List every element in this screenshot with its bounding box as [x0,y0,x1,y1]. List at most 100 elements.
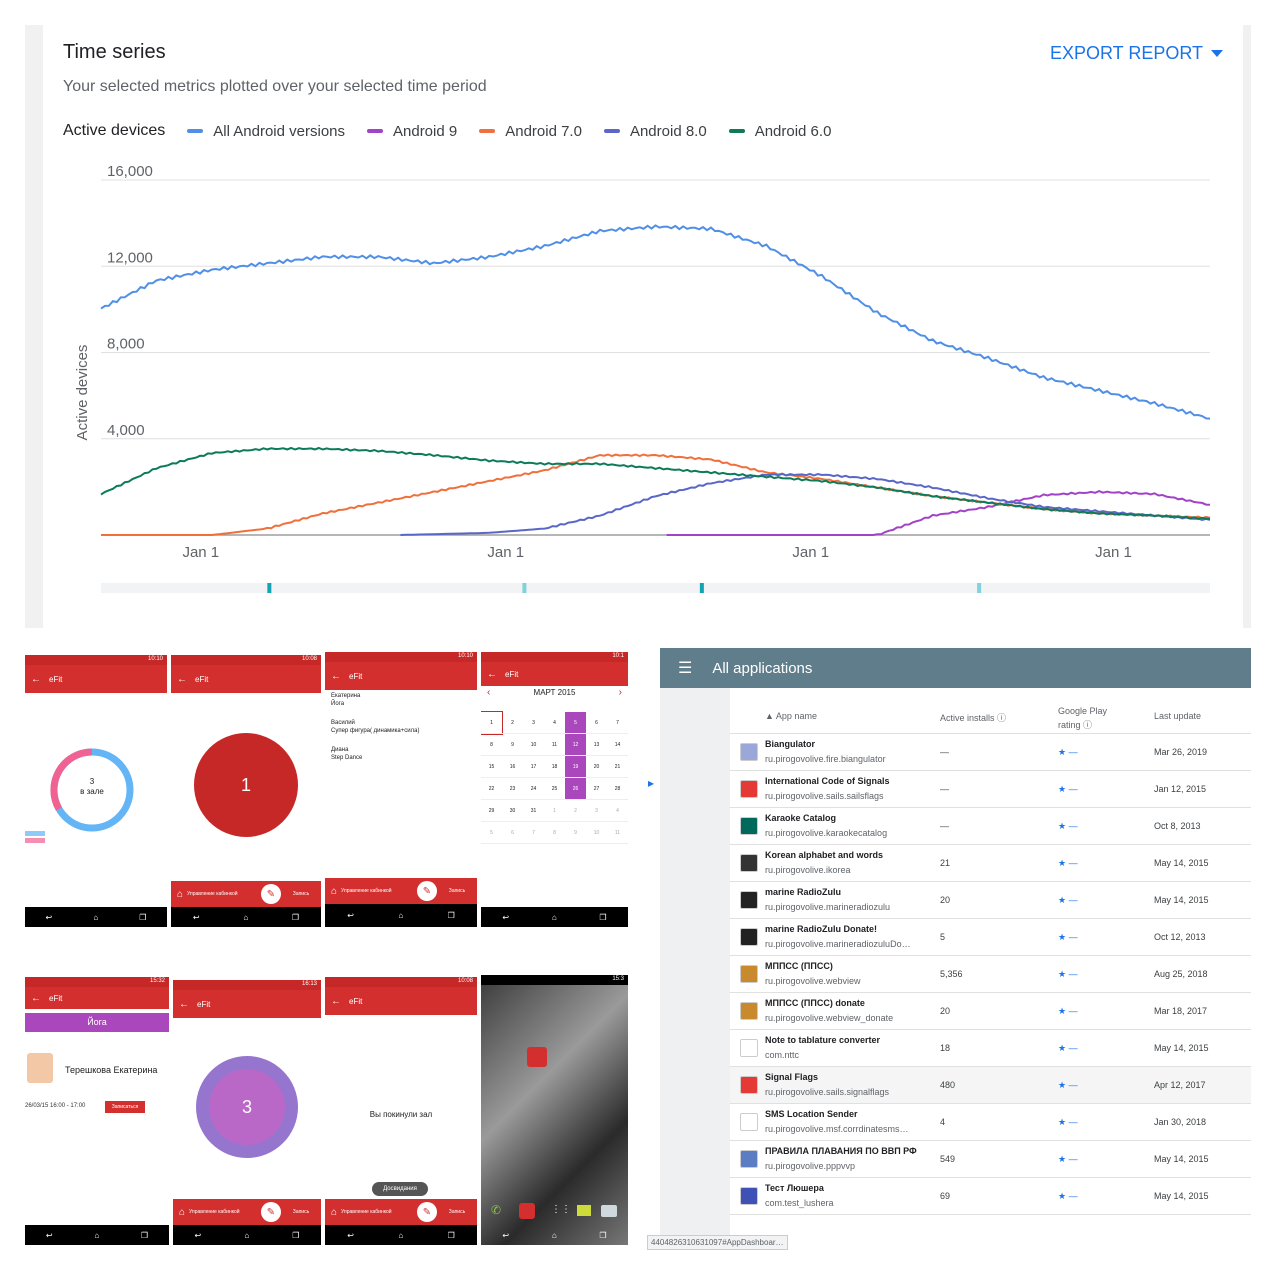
app-name[interactable]: marine RadioZulu Donate! [765,924,877,934]
table-row[interactable]: Signal Flags ru.pirogovolive.sails.signal… [730,1067,1251,1104]
app-name[interactable]: Karaoke Catalog [765,813,836,823]
efit-app-icon[interactable] [527,1047,547,1067]
calendar-day[interactable]: 1 [481,711,503,735]
back-arrow-icon[interactable]: ← [331,671,341,682]
table-row[interactable]: Korean alphabet and words ru.pirogovolive… [730,845,1251,882]
home-nav-icon[interactable]: ⌂ [244,1231,249,1240]
calendar-day[interactable]: 5 [565,712,586,734]
calendar-day[interactable]: 3 [523,712,544,734]
back-nav-icon[interactable]: ↩ [46,1231,53,1240]
home-nav-icon[interactable]: ⌂ [243,913,248,922]
calendar-day[interactable]: 22 [481,778,502,800]
list-item[interactable]: Екатерина Йога [331,692,360,708]
table-row[interactable]: International Code of Signals ru.pirogovo… [730,771,1251,808]
home-nav-icon[interactable]: ⌂ [552,913,557,922]
back-nav-icon[interactable]: ↩ [502,1231,509,1240]
back-nav-icon[interactable]: ↩ [502,913,509,922]
table-row[interactable]: marine RadioZulu ru.pirogovolive.marinera… [730,882,1251,919]
calendar-day[interactable]: 4 [544,712,565,734]
calendar-day[interactable]: 4 [607,800,628,822]
table-row[interactable]: Karaoke Catalog ru.pirogovolive.karaokeca… [730,808,1251,845]
counter-circle[interactable]: 3 [209,1069,285,1145]
calendar-day[interactable]: 15 [481,756,502,778]
app-name[interactable]: SMS Location Sender [765,1109,858,1119]
camera-icon[interactable] [601,1205,617,1217]
calendar-day[interactable]: 17 [523,756,544,778]
phone-icon[interactable]: ✆ [491,1203,505,1217]
record-button[interactable]: Запись [281,891,321,897]
recent-nav-icon[interactable]: ❐ [448,1231,455,1240]
help-icon[interactable]: ⓘ [997,713,1006,723]
edit-icon[interactable]: ✎ [261,1202,281,1222]
col-last-update[interactable]: Last update [1154,711,1201,721]
app-name[interactable]: МППСС (ППСС) [765,961,833,971]
record-button[interactable]: Запись [437,1209,477,1215]
calendar-day[interactable]: 26 [565,778,586,800]
calendar-day[interactable]: 12 [565,734,586,756]
app-name[interactable]: International Code of Signals [765,776,890,786]
counter-circle[interactable]: 1 [194,733,298,837]
record-button[interactable]: Запись [281,1209,321,1215]
home-nav-icon[interactable]: ⌂ [94,1231,99,1240]
col-app-name[interactable]: ▲ App name [765,711,817,721]
record-button[interactable]: Запись [437,888,477,894]
calendar-day[interactable]: 7 [523,822,544,844]
app-name[interactable]: ПРАВИЛА ПЛАВАНИЯ ПО ВВП РФ [765,1146,917,1156]
app-name[interactable]: Тест Люшера [765,1183,824,1193]
home-nav-icon[interactable]: ⌂ [398,1231,403,1240]
calendar-day[interactable]: 6 [586,712,607,734]
recent-nav-icon[interactable]: ❐ [599,1231,606,1240]
calendar-day[interactable]: 18 [544,756,565,778]
back-nav-icon[interactable]: ↩ [195,1231,202,1240]
recent-nav-icon[interactable]: ❐ [292,1231,299,1240]
calendar-day[interactable]: 19 [565,756,586,778]
home-nav-icon[interactable]: ⌂ [552,1231,557,1240]
apps-grid-icon[interactable]: ⋮⋮ [551,1204,571,1215]
calendar-day[interactable]: 20 [586,756,607,778]
calendar-day[interactable]: 11 [607,822,628,844]
efit-dock-icon[interactable] [519,1203,535,1219]
back-nav-icon[interactable]: ↩ [347,1231,354,1240]
back-nav-icon[interactable]: ↩ [347,911,354,920]
calendar-day[interactable]: 13 [586,734,607,756]
table-row[interactable]: МППСС (ППСС) donate ru.pirogovolive.webvi… [730,993,1251,1030]
recent-nav-icon[interactable]: ❐ [448,911,455,920]
back-arrow-icon[interactable]: ← [331,996,341,1007]
calendar-day[interactable]: 10 [523,734,544,756]
calendar-day[interactable]: 9 [502,734,523,756]
calendar-day[interactable]: 29 [481,800,502,822]
calendar-day[interactable]: 8 [544,822,565,844]
calendar-day[interactable]: 31 [523,800,544,822]
recent-nav-icon[interactable]: ❐ [599,913,606,922]
table-row[interactable]: ПРАВИЛА ПЛАВАНИЯ ПО ВВП РФ ru.pirogovoliv… [730,1141,1251,1178]
back-nav-icon[interactable]: ↩ [46,913,53,922]
back-arrow-icon[interactable]: ← [179,999,189,1010]
prev-month-icon[interactable]: ‹ [487,687,490,698]
col-active-installs[interactable]: Active installs ⓘ [940,711,1006,724]
manage-cabin-button[interactable]: ⌂ Управление кабинкой [171,889,261,900]
calendar-day[interactable]: 10 [586,822,607,844]
app-name[interactable]: marine RadioZulu [765,887,841,897]
calendar-day[interactable]: 8 [481,734,502,756]
app-name[interactable]: Signal Flags [765,1072,818,1082]
recent-nav-icon[interactable]: ❐ [139,913,146,922]
back-nav-icon[interactable]: ↩ [193,913,200,922]
home-nav-icon[interactable]: ⌂ [93,913,98,922]
menu-icon[interactable]: ☰ [678,658,692,678]
help-icon[interactable]: ⓘ [1083,720,1092,730]
recent-nav-icon[interactable]: ❐ [292,913,299,922]
calendar-day[interactable]: 11 [544,734,565,756]
table-row[interactable]: SMS Location Sender ru.pirogovolive.msf.c… [730,1104,1251,1141]
back-arrow-icon[interactable]: ← [487,669,497,680]
back-arrow-icon[interactable]: ← [31,993,41,1004]
back-arrow-icon[interactable]: ← [31,674,41,685]
edit-icon[interactable]: ✎ [417,881,437,901]
table-row[interactable]: МППСС (ППСС) ru.pirogovolive.webview 5,356… [730,956,1251,993]
calendar-day[interactable]: 25 [544,778,565,800]
calendar-day[interactable]: 6 [502,822,523,844]
messages-icon[interactable] [577,1205,591,1216]
calendar-day[interactable]: 30 [502,800,523,822]
list-item[interactable]: Диана Step Dance [331,746,362,762]
calendar-day[interactable]: 5 [481,822,502,844]
app-name[interactable]: Note to tablature converter [765,1035,880,1045]
